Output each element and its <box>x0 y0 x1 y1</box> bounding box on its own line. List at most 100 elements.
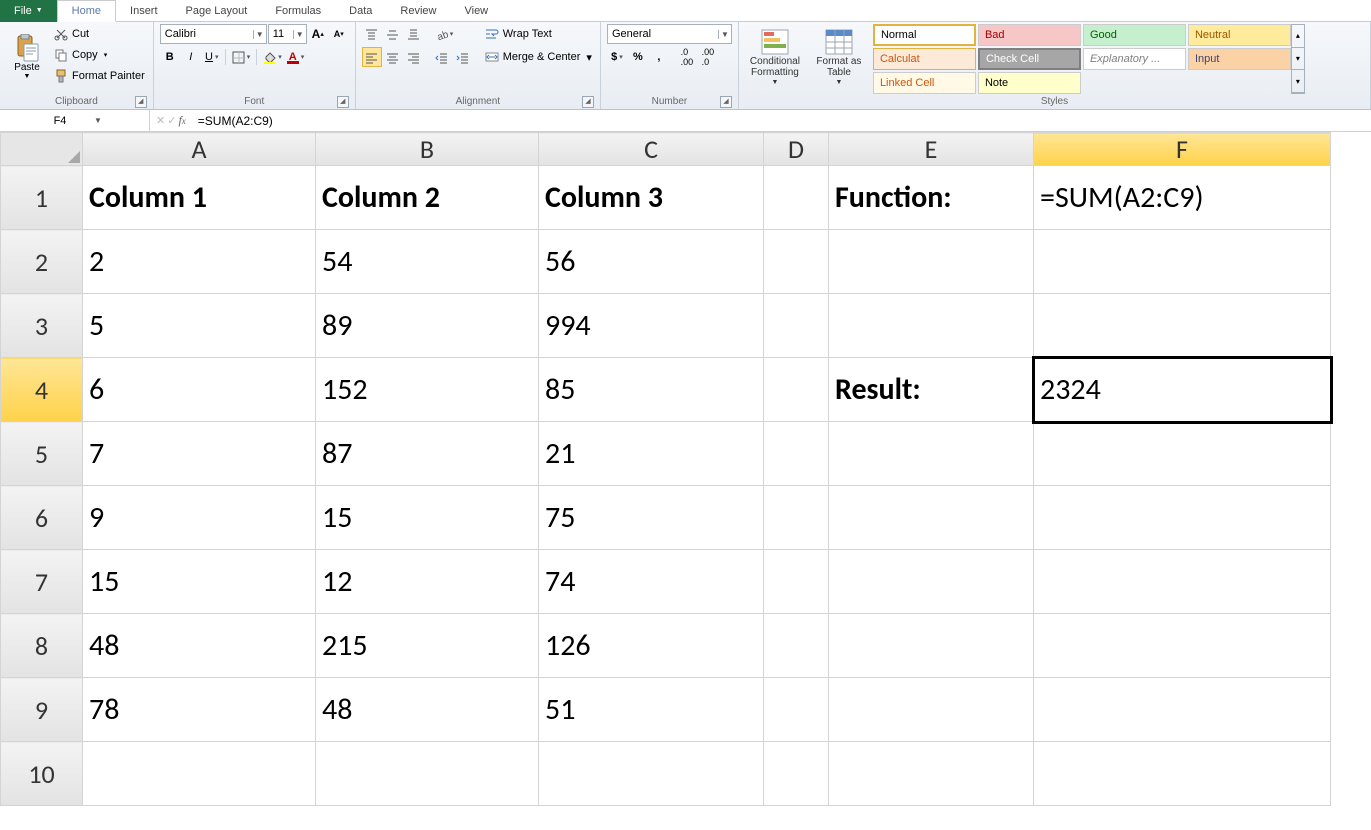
decrease-decimal-button[interactable]: .00.0 <box>698 47 718 67</box>
tab-review[interactable]: Review <box>386 0 450 22</box>
cell-D2[interactable] <box>764 230 829 294</box>
cell-B9[interactable]: 48 <box>316 678 539 742</box>
accounting-format-button[interactable]: $▾ <box>607 47 627 67</box>
cell-D6[interactable] <box>764 486 829 550</box>
font-name-combo[interactable]: ▼ <box>160 24 267 44</box>
conditional-formatting-button[interactable]: Conditional Formatting▼ <box>745 24 805 90</box>
tab-data[interactable]: Data <box>335 0 386 22</box>
cell-D10[interactable] <box>764 742 829 806</box>
merge-center-button[interactable]: Merge & Center▾ <box>483 47 594 67</box>
cell-C6[interactable]: 75 <box>539 486 764 550</box>
file-tab[interactable]: File▼ <box>0 0 57 22</box>
font-color-button[interactable]: A▾ <box>286 47 307 67</box>
style-bad[interactable]: Bad <box>978 24 1081 46</box>
row-header-4[interactable]: 4 <box>1 358 83 422</box>
increase-decimal-button[interactable]: .0.00 <box>677 47 697 67</box>
cell-A8[interactable]: 48 <box>83 614 316 678</box>
cell-D1[interactable] <box>764 166 829 230</box>
number-format-combo[interactable]: ▼ <box>607 24 732 44</box>
cell-D9[interactable] <box>764 678 829 742</box>
italic-button[interactable]: I <box>181 47 201 67</box>
col-header-A[interactable]: A <box>83 133 316 166</box>
cell-C9[interactable]: 51 <box>539 678 764 742</box>
cell-E8[interactable] <box>829 614 1034 678</box>
cell-E5[interactable] <box>829 422 1034 486</box>
enter-icon[interactable]: ✓ <box>167 114 176 127</box>
styles-gallery-more[interactable]: ▴▾▾ <box>1291 24 1305 94</box>
tab-home[interactable]: Home <box>57 0 116 22</box>
tab-formulas[interactable]: Formulas <box>261 0 335 22</box>
cell-E2[interactable] <box>829 230 1034 294</box>
cell-D3[interactable] <box>764 294 829 358</box>
name-box-input[interactable] <box>0 115 90 127</box>
cell-F6[interactable] <box>1034 486 1331 550</box>
clipboard-launcher[interactable]: ◢ <box>135 96 147 108</box>
col-header-D[interactable]: D <box>764 133 829 166</box>
cell-F2[interactable] <box>1034 230 1331 294</box>
cell-F4[interactable]: 2324 <box>1034 358 1331 422</box>
cell-B2[interactable]: 54 <box>316 230 539 294</box>
row-header-9[interactable]: 9 <box>1 678 83 742</box>
row-header-6[interactable]: 6 <box>1 486 83 550</box>
tab-view[interactable]: View <box>450 0 502 22</box>
cell-A7[interactable]: 15 <box>83 550 316 614</box>
cut-button[interactable]: Cut <box>52 24 147 44</box>
underline-button[interactable]: U▾ <box>202 47 222 67</box>
style-note[interactable]: Note <box>978 72 1081 94</box>
cell-E6[interactable] <box>829 486 1034 550</box>
align-left-button[interactable] <box>362 47 382 67</box>
grow-font-button[interactable]: A▴ <box>308 24 328 44</box>
row-header-5[interactable]: 5 <box>1 422 83 486</box>
cell-B5[interactable]: 87 <box>316 422 539 486</box>
col-header-B[interactable]: B <box>316 133 539 166</box>
col-header-E[interactable]: E <box>829 133 1034 166</box>
cell-E1[interactable]: Function: <box>829 166 1034 230</box>
align-center-button[interactable] <box>383 47 403 67</box>
cell-C5[interactable]: 21 <box>539 422 764 486</box>
cell-E7[interactable] <box>829 550 1034 614</box>
cell-D4[interactable] <box>764 358 829 422</box>
style-linked-cell[interactable]: Linked Cell <box>873 72 976 94</box>
cell-B7[interactable]: 12 <box>316 550 539 614</box>
row-header-7[interactable]: 7 <box>1 550 83 614</box>
paste-button[interactable]: Paste ▼ <box>6 24 48 90</box>
cell-E4[interactable]: Result: <box>829 358 1034 422</box>
tab-insert[interactable]: Insert <box>116 0 172 22</box>
style-normal[interactable]: Normal <box>873 24 976 46</box>
col-header-F[interactable]: F <box>1034 133 1331 166</box>
cell-C2[interactable]: 56 <box>539 230 764 294</box>
cell-D5[interactable] <box>764 422 829 486</box>
align-middle-button[interactable] <box>383 24 403 44</box>
bold-button[interactable]: B <box>160 47 180 67</box>
cell-A10[interactable] <box>83 742 316 806</box>
number-launcher[interactable]: ◢ <box>720 96 732 108</box>
borders-button[interactable]: ▾ <box>229 47 254 67</box>
cell-C8[interactable]: 126 <box>539 614 764 678</box>
cell-E9[interactable] <box>829 678 1034 742</box>
row-header-2[interactable]: 2 <box>1 230 83 294</box>
format-as-table-button[interactable]: Format as Table▼ <box>809 24 869 90</box>
cell-D8[interactable] <box>764 614 829 678</box>
format-painter-button[interactable]: Format Painter <box>52 66 147 86</box>
cell-B4[interactable]: 152 <box>316 358 539 422</box>
cell-F10[interactable] <box>1034 742 1331 806</box>
row-header-10[interactable]: 10 <box>1 742 83 806</box>
cell-A9[interactable]: 78 <box>83 678 316 742</box>
cell-C3[interactable]: 994 <box>539 294 764 358</box>
col-header-C[interactable]: C <box>539 133 764 166</box>
name-box[interactable]: ▼ <box>0 110 150 131</box>
copy-button[interactable]: Copy▾ <box>52 45 147 65</box>
style-check-cell[interactable]: Check Cell <box>978 48 1081 70</box>
align-bottom-button[interactable] <box>404 24 424 44</box>
row-header-1[interactable]: 1 <box>1 166 83 230</box>
cell-F8[interactable] <box>1034 614 1331 678</box>
cell-C4[interactable]: 85 <box>539 358 764 422</box>
cell-D7[interactable] <box>764 550 829 614</box>
align-right-button[interactable] <box>404 47 424 67</box>
comma-button[interactable]: , <box>649 47 669 67</box>
orientation-button[interactable]: ab▾ <box>432 24 457 44</box>
cell-E10[interactable] <box>829 742 1034 806</box>
cell-B1[interactable]: Column 2 <box>316 166 539 230</box>
percent-button[interactable]: % <box>628 47 648 67</box>
select-all-corner[interactable] <box>1 133 83 166</box>
